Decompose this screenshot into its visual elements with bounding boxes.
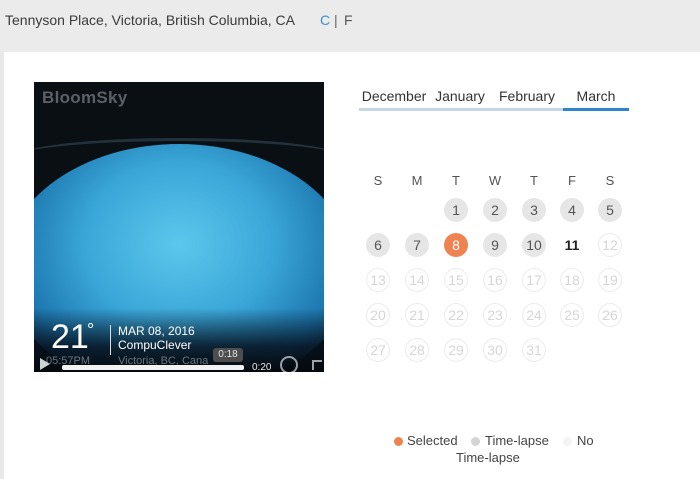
temperature-value: 21 [51,318,89,356]
legend-selected: Selected [407,433,458,448]
active-month-indicator [563,108,629,111]
bloomsky-logo: BloomSky [42,88,128,107]
legend-timelapse: Time-lapse [485,433,549,448]
selected-legend-dot [394,437,403,446]
calendar-day-26: 26 [598,303,622,327]
weekday-label: W [488,173,502,188]
calendar-day-1[interactable]: 1 [444,198,468,222]
calendar-day-27: 27 [366,338,390,362]
weekday-label: S [373,173,383,188]
calendar-day-8[interactable]: 8 [444,233,468,257]
calendar-day-6[interactable]: 6 [366,233,390,257]
calendar-day-11[interactable]: 11 [560,233,584,257]
seek-tooltip: 0:18 [213,348,243,362]
calendar-day-4[interactable]: 4 [560,198,584,222]
station-name: CompuClever [118,338,192,352]
location-text: Tennyson Place, Victoria, British Columb… [5,12,295,28]
calendar-day-24: 24 [522,303,546,327]
degree-symbol: ° [87,320,95,340]
weekday-label: F [568,173,576,188]
weekday-label: T [452,173,460,188]
top-bar: Tennyson Place, Victoria, British Columb… [0,0,700,52]
weekday-label: S [605,173,615,188]
calendar-day-21: 21 [405,303,429,327]
calendar-day-2[interactable]: 2 [483,198,507,222]
calendar-day-20: 20 [366,303,390,327]
legend-no: No [577,433,594,448]
overlay-divider [110,325,111,355]
unit-separator: | [334,12,338,28]
calendar-day-3[interactable]: 3 [522,198,546,222]
weekday-label: T [530,173,538,188]
timelapse-legend-dot [471,437,480,446]
calendar-day-5[interactable]: 5 [598,198,622,222]
settings-icon[interactable] [280,356,298,372]
video-date: MAR 08, 2016 [118,324,195,338]
progress-bar[interactable] [62,365,244,370]
calendar-day-16: 16 [483,268,507,292]
calendar-day-23: 23 [483,303,507,327]
calendar-day-15: 15 [444,268,468,292]
legend-no-timelapse: Time-lapse [456,450,520,465]
video-duration: 0:20 [252,362,272,372]
calendar-day-30: 30 [483,338,507,362]
calendar-day-25: 25 [560,303,584,327]
fullscreen-icon[interactable] [312,360,322,370]
calendar-day-10[interactable]: 10 [522,233,546,257]
lens-rim [34,138,324,178]
calendar-day-18: 18 [560,268,584,292]
celsius-toggle[interactable]: C [320,12,330,28]
calendar-day-19: 19 [598,268,622,292]
calendar-day-29: 29 [444,338,468,362]
weekday-label: M [411,173,423,188]
play-icon[interactable] [40,358,50,370]
calendar-day-31: 31 [522,338,546,362]
no-timelapse-legend-dot [563,437,572,446]
calendar-day-14: 14 [405,268,429,292]
calendar-day-17: 17 [522,268,546,292]
calendar-day-22: 22 [444,303,468,327]
calendar-day-28: 28 [405,338,429,362]
calendar-day-7[interactable]: 7 [405,233,429,257]
calendar-day-9[interactable]: 9 [483,233,507,257]
timelapse-video[interactable]: BloomSky 21 ° MAR 08, 2016 CompuClever 0… [34,82,324,372]
calendar-day-13: 13 [366,268,390,292]
fahrenheit-toggle[interactable]: F [344,12,353,28]
calendar-day-12: 12 [598,233,622,257]
